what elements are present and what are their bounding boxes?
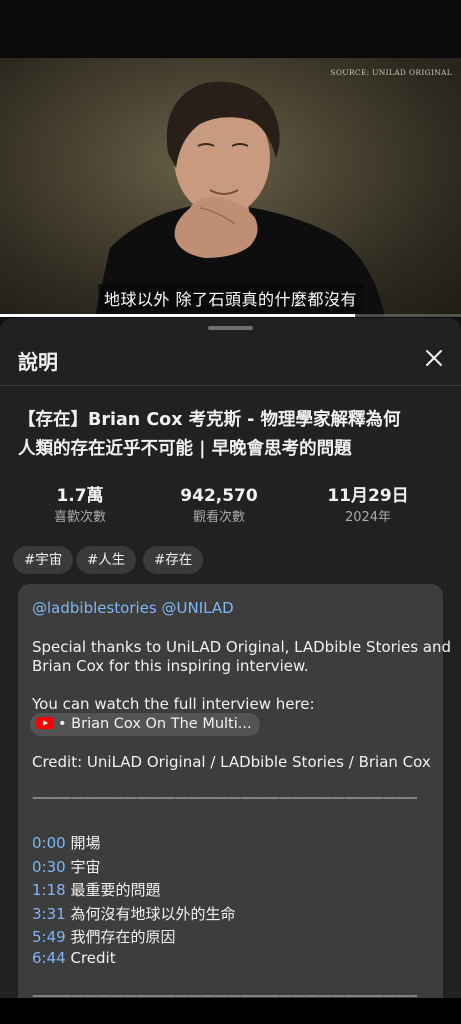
publish-year: 2024年 — [344, 510, 392, 525]
chapter-item: 6:44 Credit — [32, 948, 116, 968]
chapter-timestamp[interactable]: 0:30 — [32, 858, 66, 876]
linked-video-chip[interactable]: • Brian Cox On The Multi... — [30, 713, 260, 736]
video-progress-fill — [0, 314, 355, 317]
close-button[interactable] — [420, 344, 448, 372]
video-stats: 1.7萬 喜歡次數 942,570 觀看次數 11月29日 2024年 — [0, 484, 461, 534]
sheet-header: 說明 — [0, 338, 461, 386]
credit-text: Credit: UniLAD Original / LADbible Stori… — [32, 753, 431, 771]
drag-handle[interactable] — [208, 326, 253, 330]
description-sheet: 說明 【存在】Brian Cox 考克斯 - 物理學家解釋為何 人類的存在近乎不… — [0, 318, 461, 998]
chapter-item: 5:49 我們存在的原因 — [32, 927, 175, 947]
chapter-item: 3:31 為何沒有地球以外的生命 — [32, 904, 235, 924]
publish-date: 11月29日 — [327, 486, 409, 506]
header-divider — [0, 385, 461, 386]
channel-handles-link[interactable]: @ladbiblestories @UNILAD — [32, 599, 234, 618]
chapter-timestamp[interactable]: 5:49 — [32, 928, 66, 946]
chapter-title: 宇宙 — [70, 858, 101, 876]
video-title-line-2: 人類的存在近乎不可能 | 早晚會思考的問題 — [18, 439, 352, 459]
chapter-item: 0:00 開場 — [32, 833, 100, 853]
chapter-title: 最重要的問題 — [70, 881, 161, 899]
separator-rule: ———————————————————————————————— — [32, 988, 417, 998]
chapter-timestamp[interactable]: 0:00 — [32, 834, 66, 852]
thanks-line-2: Brian Cox for this inspiring interview. — [32, 657, 309, 675]
sheet-title: 說明 — [18, 350, 58, 374]
chapter-item: 0:30 宇宙 — [32, 857, 100, 877]
thanks-line-1: Special thanks to UniLAD Original, LADbi… — [32, 638, 451, 656]
likes-stat: 1.7萬 喜歡次數 — [45, 484, 115, 528]
separator-rule: ———————————————————————————————— — [32, 790, 417, 806]
likes-count: 1.7萬 — [56, 486, 104, 506]
views-stat: 942,570 觀看次數 — [169, 484, 269, 528]
full-interview-text: You can watch the full interview here: — [32, 695, 315, 713]
likes-label: 喜歡次數 — [53, 510, 106, 525]
linked-video-title: • Brian Cox On The Multi... — [58, 716, 252, 732]
source-watermark: SOURCE: UNILAD ORIGINAL — [330, 68, 452, 77]
chapter-timestamp[interactable]: 1:18 — [32, 881, 66, 899]
hashtag-chip[interactable]: #人生 — [76, 546, 137, 574]
chapter-item: 1:18 最重要的問題 — [32, 880, 160, 900]
chapter-timestamp[interactable]: 6:44 — [32, 949, 66, 967]
description-card: @ladbiblestories @UNILAD Special thanks … — [18, 584, 451, 998]
hashtag-chip[interactable]: #存在 — [143, 546, 204, 574]
views-count: 942,570 — [180, 486, 258, 506]
date-stat: 11月29日 2024年 — [318, 484, 418, 528]
video-frame-image — [95, 81, 385, 316]
video-title: 【存在】Brian Cox 考克斯 - 物理學家解釋為何 人類的存在近乎不可能 … — [18, 406, 448, 464]
video-player[interactable]: SOURCE: UNILAD ORIGINAL 地球以外 除了石頭真的什麼都沒有 — [0, 58, 461, 316]
hashtag-chip[interactable]: #宇宙 — [13, 546, 74, 574]
views-label: 觀看次數 — [192, 510, 245, 525]
chapter-timestamp[interactable]: 3:31 — [32, 905, 66, 923]
video-title-line-1: 【存在】Brian Cox 考克斯 - 物理學家解釋為何 — [18, 410, 401, 430]
chapter-title: 為何沒有地球以外的生命 — [70, 905, 236, 923]
video-progress-bar[interactable] — [0, 314, 461, 317]
status-bar — [0, 0, 461, 58]
video-subtitle: 地球以外 除了石頭真的什麼都沒有 — [97, 284, 364, 312]
chapter-title: 我們存在的原因 — [70, 928, 176, 946]
youtube-icon — [36, 717, 54, 729]
chapter-title: 開場 — [70, 834, 101, 852]
chapter-title: Credit — [70, 949, 116, 967]
close-icon — [426, 350, 442, 366]
navigation-bar — [0, 998, 461, 1024]
